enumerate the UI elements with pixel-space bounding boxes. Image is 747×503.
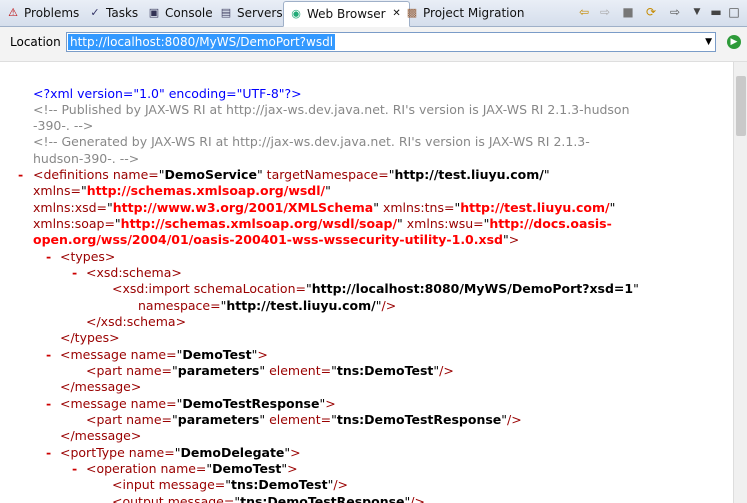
xml-operation: <operation name="DemoTest">: [86, 461, 298, 476]
xml-message: <message name="DemoTest">: [60, 347, 268, 362]
xml-part: <part name="parameters" element="tns:Dem…: [86, 412, 522, 427]
collapse-toggle[interactable]: -: [18, 167, 23, 183]
xml-comment: <!-- Generated by JAX-WS RI at http://ja…: [33, 134, 590, 149]
xml-value: parameters: [177, 412, 260, 427]
xml-attribute: xmlns="http://schemas.xmlsoap.org/wsdl/": [33, 183, 331, 198]
tab-label: Web Browser: [307, 7, 386, 21]
location-label: Location: [10, 35, 61, 49]
xml-value: http://test.liuyu.com/: [394, 167, 544, 182]
tab-problems[interactable]: ⚠ Problems: [6, 2, 79, 24]
xml-comment: -390-. -->: [33, 118, 94, 133]
web-browser-icon: ◉: [291, 7, 301, 20]
servers-icon: ▤: [220, 6, 232, 19]
go-icon[interactable]: ▶: [727, 35, 741, 49]
collapse-toggle[interactable]: -: [46, 445, 51, 461]
xml-tag: </xsd:schema>: [86, 314, 187, 329]
xml-declaration: <?xml version="1.0" encoding="UTF-8"?>: [33, 86, 302, 101]
xml-value: open.org/wss/2004/01/oasis-200401-wss-ws…: [33, 232, 503, 247]
location-url-input[interactable]: http://localhost:8080/MyWS/DemoPort?wsdl…: [66, 32, 716, 52]
tab-label: Console: [165, 6, 213, 20]
maximize-icon[interactable]: □: [727, 5, 741, 19]
xml-value: http://schemas.xmlsoap.org/wsdl/soap/: [120, 216, 398, 231]
vertical-scrollbar[interactable]: [733, 62, 747, 503]
close-icon[interactable]: ✕: [390, 7, 404, 21]
xml-tag: <xsd:schema>: [86, 265, 182, 280]
refresh-icon[interactable]: ⟳: [644, 5, 658, 19]
open-in-external-icon[interactable]: ⇨: [668, 5, 682, 19]
view-tab-bar: ⚠ Problems ✓ Tasks ▣ Console ▤ Servers ◉…: [0, 0, 747, 27]
xml-value: http://test.liuyu.com/: [460, 200, 610, 215]
xml-attribute: xmlns:soap="http://schemas.xmlsoap.org/w…: [33, 216, 612, 231]
tab-web-browser[interactable]: ◉ Web Browser ✕: [283, 1, 410, 27]
tab-servers[interactable]: ▤ Servers: [219, 2, 283, 24]
tab-label: Problems: [24, 6, 80, 20]
xml-attribute: xmlns:xsd="http://www.w3.org/2001/XMLSch…: [33, 200, 616, 215]
xml-attribute: open.org/wss/2004/01/oasis-200401-wss-ws…: [33, 232, 520, 247]
xml-value: tns:DemoTestResponse: [336, 412, 502, 427]
xml-import: <xsd:import schemaLocation="http://local…: [112, 281, 639, 296]
stop-icon[interactable]: ■: [621, 5, 635, 19]
collapse-toggle[interactable]: -: [46, 347, 51, 363]
xml-porttype: <portType name="DemoDelegate">: [60, 445, 301, 460]
xml-tag: </types>: [60, 330, 120, 345]
xml-tag: <definitions: [33, 167, 109, 182]
xml-value: parameters: [177, 363, 260, 378]
xml-message: <message name="DemoTestResponse">: [60, 396, 336, 411]
xml-tag: </message>: [60, 428, 142, 443]
xml-value: http://localhost:8080/MyWS/DemoPort?xsd=…: [311, 281, 634, 296]
xml-value: http://schemas.xmlsoap.org/wsdl/: [86, 183, 326, 198]
collapse-toggle[interactable]: -: [72, 461, 77, 477]
xml-part: <part name="parameters" element="tns:Dem…: [86, 363, 454, 378]
minimize-icon[interactable]: ▬: [709, 5, 723, 19]
project-migration-icon: ▩: [406, 6, 418, 19]
xml-value: DemoDelegate: [180, 445, 285, 460]
tab-console[interactable]: ▣ Console: [147, 2, 213, 24]
tab-project-migration[interactable]: ▩ Project Migration: [405, 2, 525, 24]
xml-value: tns:DemoTest: [336, 363, 434, 378]
back-icon[interactable]: ⇦: [577, 5, 591, 19]
xml-output: <output message="tns:DemoTestResponse"/>: [112, 494, 425, 503]
xml-definitions-open: <definitions name="DemoService" targetNa…: [33, 167, 550, 182]
forward-icon[interactable]: ⇨: [598, 5, 612, 19]
xml-value: http://test.liuyu.com/: [226, 298, 376, 313]
tab-label: Servers: [237, 6, 283, 20]
xml-comment: hudson-390-. -->: [33, 151, 140, 166]
collapse-toggle[interactable]: -: [46, 396, 51, 412]
view-menu-icon[interactable]: ▼: [690, 5, 704, 19]
tab-label: Tasks: [106, 6, 139, 20]
browser-content: <?xml version="1.0" encoding="UTF-8"?> <…: [0, 62, 733, 503]
xml-value: DemoTest: [182, 347, 252, 362]
problems-icon: ⚠: [8, 6, 18, 19]
location-bar: Location http://localhost:8080/MyWS/Demo…: [0, 27, 747, 62]
xml-tag: </message>: [60, 379, 142, 394]
xml-import: namespace="http://test.liuyu.com/"/>: [138, 298, 397, 313]
xml-value: DemoTestResponse: [182, 396, 320, 411]
tab-tasks[interactable]: ✓ Tasks: [88, 2, 138, 24]
tasks-icon: ✓: [90, 6, 100, 19]
collapse-toggle[interactable]: -: [72, 265, 77, 281]
tab-label: Project Migration: [423, 6, 525, 20]
xml-value: http://www.w3.org/2001/XMLSchema: [112, 200, 374, 215]
xml-value: tns:DemoTestResponse: [240, 494, 405, 503]
collapse-toggle[interactable]: -: [46, 249, 51, 265]
chevron-down-icon[interactable]: ▼: [705, 37, 712, 47]
xml-comment: <!-- Published by JAX-WS RI at http://ja…: [33, 102, 630, 117]
xml-value: tns:DemoTest: [231, 477, 328, 492]
xml-value: DemoService: [164, 167, 257, 182]
console-icon: ▣: [148, 6, 160, 19]
xml-value: http://docs.oasis-: [489, 216, 612, 231]
xml-tag: <types>: [60, 249, 116, 264]
xml-value: DemoTest: [212, 461, 282, 476]
xml-input: <input message="tns:DemoTest"/>: [112, 477, 349, 492]
scrollbar-thumb[interactable]: [736, 76, 746, 136]
location-url-text: http://localhost:8080/MyWS/DemoPort?wsdl: [68, 34, 336, 50]
